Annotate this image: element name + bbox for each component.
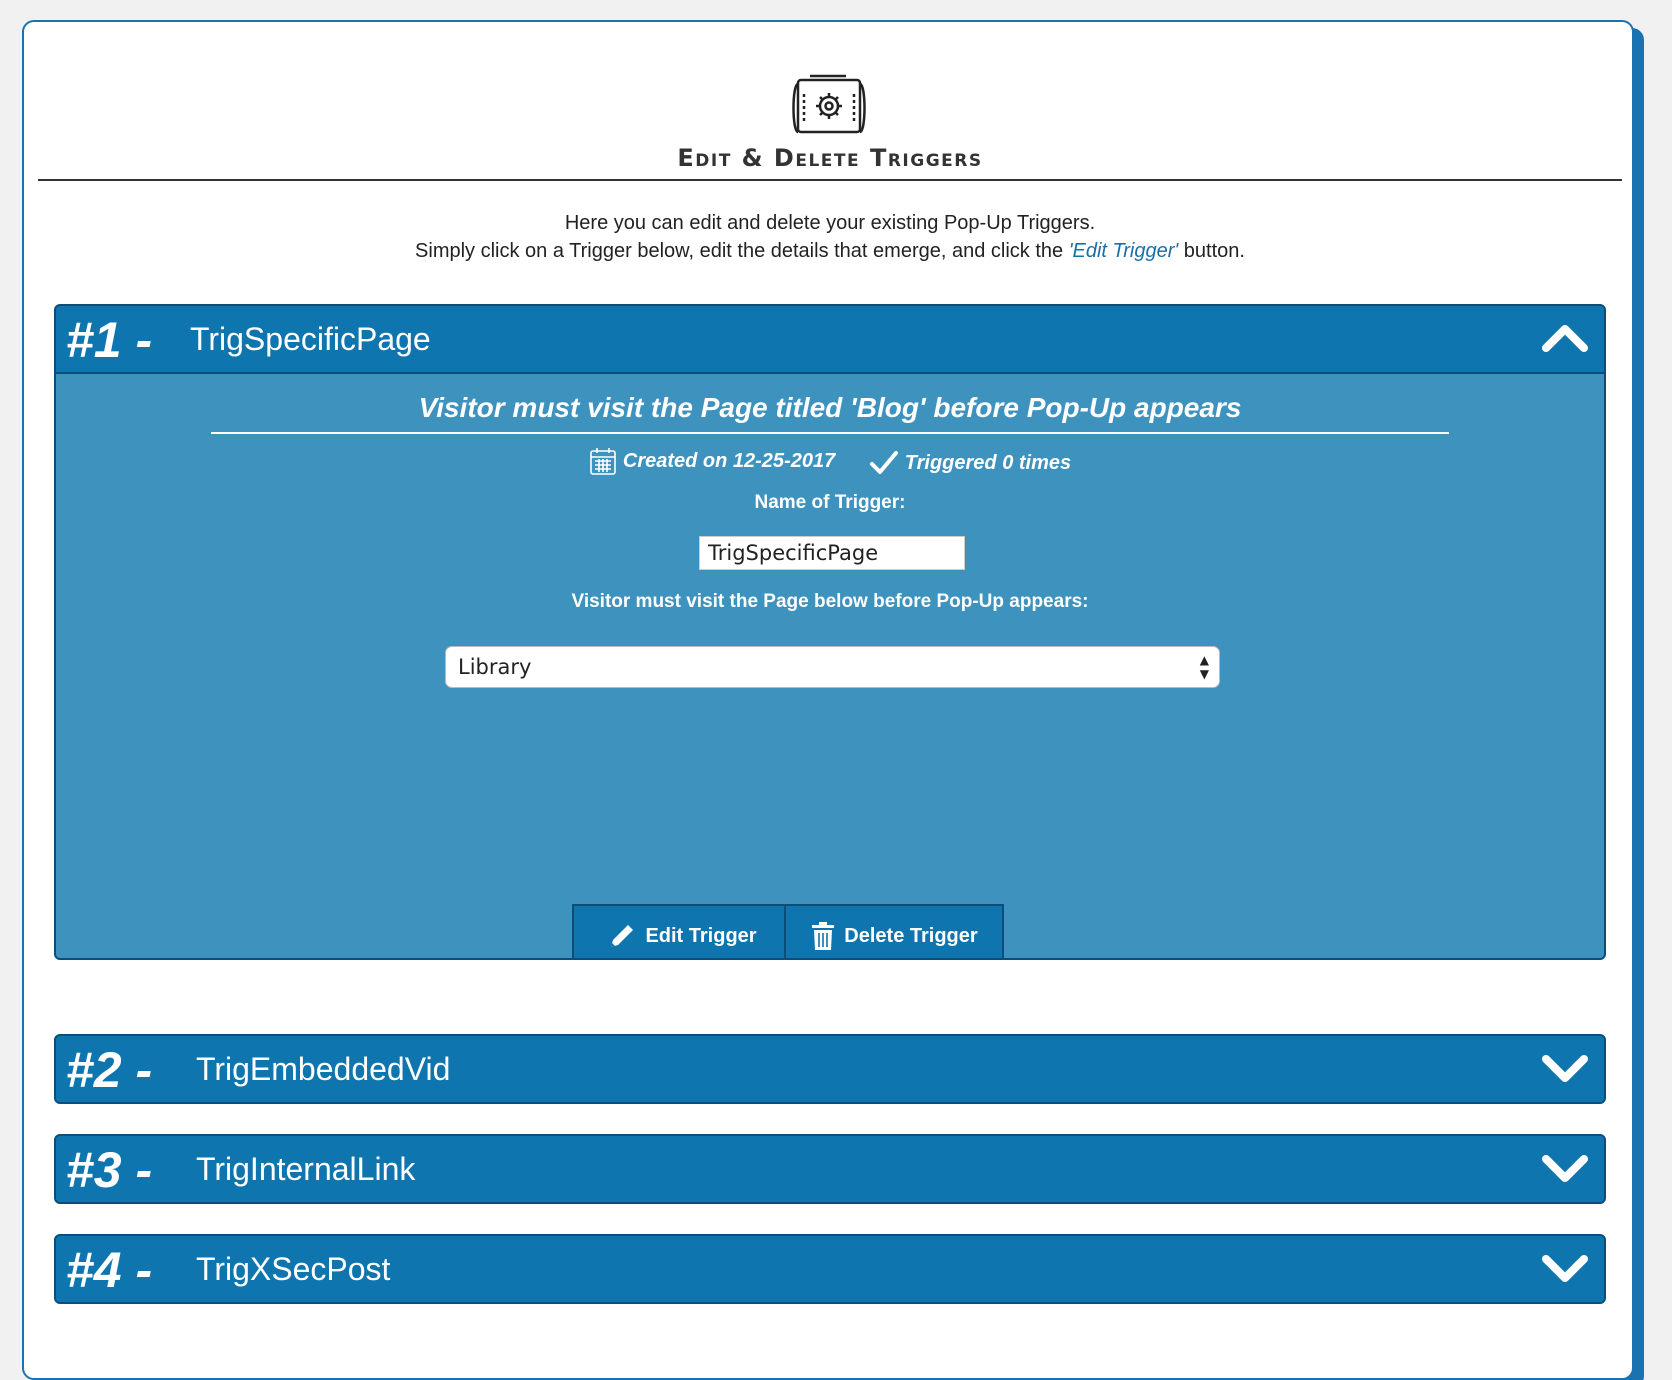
trigger-number: #3 - (66, 1142, 153, 1198)
chevron-down-icon[interactable] (1540, 1248, 1590, 1288)
description-divider (211, 432, 1449, 434)
delete-trigger-button[interactable]: Delete Trigger (784, 904, 1004, 958)
trigger-accordion-3[interactable]: #3 - TrigInternalLink (54, 1134, 1606, 1204)
trigger-name: TrigXSecPost (196, 1251, 391, 1287)
delete-trigger-label: Delete Trigger (844, 924, 978, 947)
checkmark-icon (869, 451, 898, 474)
chevron-down-icon[interactable] (1540, 1048, 1590, 1088)
trigger-accordion-2[interactable]: #2 - TrigEmbeddedVid (54, 1034, 1606, 1104)
name-label: Name of Trigger: (754, 492, 906, 513)
edit-trigger-reference: 'Edit Trigger' (1068, 240, 1179, 262)
intro-text: Here you can edit and delete your existi… (24, 209, 1636, 265)
triggers-panel: Edit & Delete Triggers Here you can edit… (22, 20, 1634, 1380)
trigger-header-1[interactable]: #1 - TrigSpecificPage (56, 306, 1604, 374)
trigger-name: TrigEmbeddedVid (196, 1051, 451, 1087)
trigger-name: TrigSpecificPage (190, 321, 431, 357)
trash-icon (812, 922, 835, 950)
trigger-number: #2 - (66, 1042, 153, 1098)
intro-line-2: Simply click on a Trigger below, edit th… (24, 237, 1636, 265)
edit-trigger-button[interactable]: Edit Trigger (572, 904, 792, 958)
page-select[interactable]: Library ▲ ▼ (445, 646, 1220, 688)
trigger-header-3[interactable]: #3 - TrigInternalLink (56, 1136, 1604, 1202)
created-date: Created on 12-25-2017 (589, 446, 835, 476)
select-arrows-icon: ▲ ▼ (1199, 653, 1209, 681)
trigger-accordion-4[interactable]: #4 - TrigXSecPost (54, 1234, 1606, 1304)
blueprint-gear-icon (792, 74, 866, 134)
trigger-body-1: Visitor must visit the Page titled 'Blog… (56, 374, 1604, 958)
trigger-name-input[interactable] (699, 536, 965, 570)
chevron-down-icon[interactable] (1540, 1148, 1590, 1188)
calendar-icon (590, 448, 616, 475)
intro-line-2-end: button. (1178, 240, 1245, 262)
chevron-up-icon[interactable] (1540, 318, 1590, 358)
triggered-label: Triggered 0 times (904, 451, 1072, 474)
created-label: Created on 12-25-2017 (622, 449, 836, 472)
intro-line-1: Here you can edit and delete your existi… (564, 212, 1096, 234)
trigger-header-2[interactable]: #2 - TrigEmbeddedVid (56, 1036, 1604, 1102)
trigger-meta: Created on 12-25-2017 Triggered 0 times (56, 446, 1604, 482)
title-divider (38, 179, 1622, 181)
pencil-icon (611, 925, 634, 947)
trigger-name: TrigInternalLink (196, 1151, 416, 1187)
trigger-number: #1 - (66, 312, 153, 368)
intro-line-2-start: Simply click on a Trigger below, edit th… (415, 240, 1069, 262)
edit-trigger-label: Edit Trigger (645, 924, 757, 947)
triggered-count: Triggered 0 times (869, 450, 1071, 476)
trigger-accordion-1: #1 - TrigSpecificPage Visitor must visit… (54, 304, 1606, 960)
trigger-description: Visitor must visit the Page titled 'Blog… (418, 392, 1242, 423)
trigger-number: #4 - (66, 1242, 153, 1298)
page-select-value: Library (458, 655, 532, 679)
page-select-label: Visitor must visit the Page below before… (571, 591, 1089, 612)
page-title: Edit & Delete Triggers (677, 144, 983, 172)
trigger-header-4[interactable]: #4 - TrigXSecPost (56, 1236, 1604, 1302)
